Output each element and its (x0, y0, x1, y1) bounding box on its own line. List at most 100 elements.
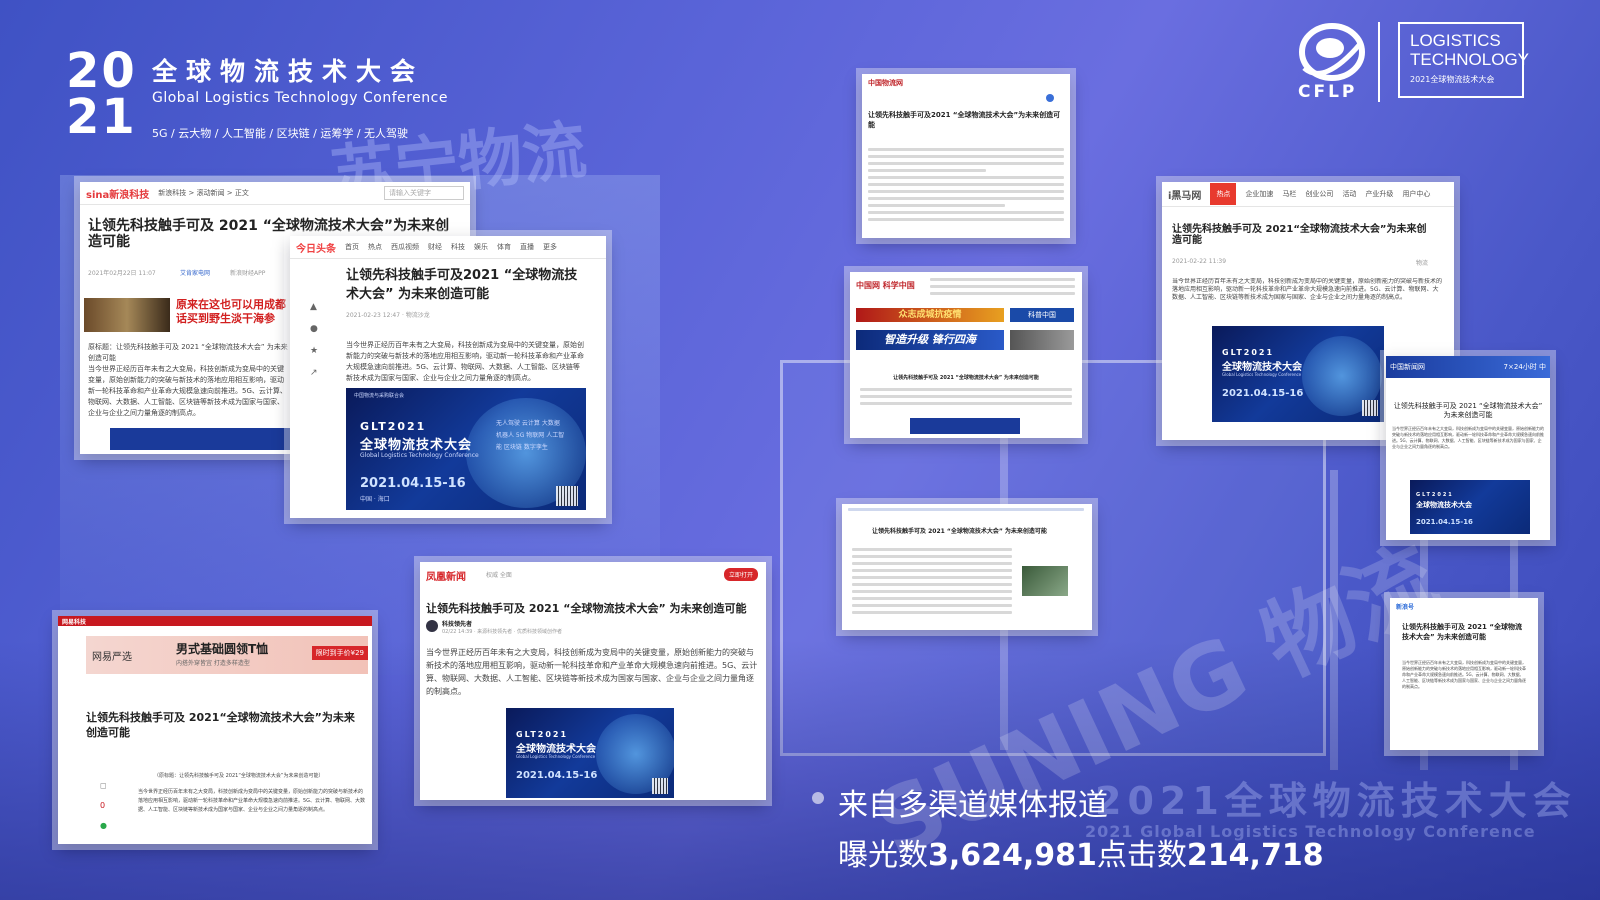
bg-wall-text: 2021全球物流技术大会 (1095, 779, 1577, 823)
card-toutiao[interactable]: 今日头条 首页 热点 西瓜视频 财经 科技 娱乐 体育 直播 更多 ▲ ● ★ … (290, 236, 606, 518)
author-avatar[interactable] (426, 620, 438, 632)
banner-title: 全球物流技术大会 (1416, 501, 1472, 509)
heima-banner: GLT2021 全球物流技术大会 Global Logistics Techno… (1212, 326, 1384, 422)
kepu-banner-1[interactable]: 众志成城抗疫情 (856, 308, 1004, 322)
card-kepu[interactable]: 中国网 科学中国 众志成城抗疫情 科普中国 智造升级 锋行四海 让领先科技触手可… (850, 272, 1082, 438)
toutiao-nav-sports[interactable]: 体育 (497, 242, 511, 252)
sina-breadcrumb: 新浪科技 > 滚动新闻 > 正文 (158, 189, 249, 197)
toutiao-nav-ent[interactable]: 娱乐 (474, 242, 488, 252)
logo-line-1: LOGISTICS (1410, 31, 1501, 50)
heima-nav-events[interactable]: 活动 (1342, 189, 1356, 199)
sina-paragraph: 当今世界正经历百年未有之大变局，科技创新成为变局中的关键变量，原始创新能力的突破… (88, 365, 287, 417)
card-sohu[interactable]: 让领先科技触手可及 2021 “全球物流技术大会” 为未来创造可能 (842, 504, 1092, 630)
toutiao-nav-video[interactable]: 西瓜视频 (391, 242, 419, 252)
banner-glt: GLT2021 (1222, 348, 1275, 357)
toutiao-paragraph: 当今世界正经历百年未有之大变局，科技创新成为变局中的关键变量，原始创新能力的突破… (346, 341, 584, 382)
sohu-photo[interactable] (1022, 566, 1068, 596)
card-netease[interactable]: 网易科技 网易严选 男式基础圆领T恤 内搭外穿皆宜 打造多样造型 限时到手价¥2… (58, 616, 372, 844)
toutiao-nav-tech[interactable]: 科技 (451, 242, 465, 252)
card-chinanews[interactable]: 中国新闻网 7×24小时 中 让领先科技触手可及 2021 “全球物流技术大会”… (1386, 356, 1550, 540)
logo-line-3: 2021全球物流技术大会 (1410, 75, 1495, 84)
banner-title: 全球物流技术大会 (1222, 362, 1302, 373)
header-year: 20 21 (66, 47, 137, 141)
qr-code-icon (1362, 400, 1378, 416)
heima-nav: i黑马网 热点 企业加速 马栏 创业公司 活动 产业升级 用户中心 (1162, 182, 1454, 207)
share-icon[interactable]: ↗ (310, 362, 320, 384)
sina-app-link[interactable]: 新浪财经APP (230, 268, 265, 277)
sina-source[interactable]: 艾肯家电网 (180, 268, 210, 277)
caption-line-1: 来自多渠道媒体报道 (838, 788, 1108, 823)
netease-ad-sub: 内搭外穿皆宜 打造多样造型 (176, 660, 250, 667)
heima-nav-hot[interactable]: 热点 (1210, 183, 1237, 205)
cflp-text: CFLP (1298, 82, 1358, 102)
cflp-logo: CFLP (1294, 22, 1366, 102)
banner-title: 全球物流技术大会 (360, 438, 473, 453)
toutiao-side-actions: ▲ ● ★ ↗ (310, 296, 320, 384)
heima-nav-upgrade[interactable]: 产业升级 (1365, 189, 1393, 199)
ifeng-author[interactable]: 科技领先者 (442, 619, 472, 628)
toutiao-nav-live[interactable]: 直播 (520, 242, 534, 252)
netease-article-title: 让领先科技触手可及 2021“全球物流技术大会”为未来创造可能 (86, 711, 355, 739)
conference-subtitle: Global Logistics Technology Conference (152, 90, 448, 106)
wechat-icon[interactable]: ● (100, 816, 107, 836)
toutiao-nav-hot[interactable]: 热点 (368, 242, 382, 252)
ifeng-open-button[interactable]: 立即打开 (723, 568, 758, 581)
card-ifeng[interactable]: 凤凰新闻 权威 全面 立即打开 让领先科技触手可及 2021 “全球物流技术大会… (420, 562, 766, 800)
ifeng-meta: 02/22 14:39 · 来源科技领先者 · 优质科技领域创作者 (442, 629, 562, 635)
banner-title: 全球物流技术大会 (516, 744, 596, 755)
toutiao-nav-home[interactable]: 首页 (345, 242, 359, 252)
caption-stats: 曝光数3,624,981点击数214,718 (838, 830, 1324, 874)
qr-code-icon (652, 778, 668, 794)
conference-tags: 5G / 云大物 / 人工智能 / 区块链 / 运筹学 / 无人驾驶 (152, 127, 409, 140)
kepu-photo[interactable] (1010, 330, 1074, 350)
heima-nav-accel[interactable]: 企业加速 (1245, 189, 1273, 199)
kepu-banner-2[interactable]: 科普中国 (1010, 308, 1074, 322)
sina-nav: sina新浪科技 新浪科技 > 滚动新闻 > 正文 请输入关键字 (80, 182, 470, 205)
like-icon[interactable]: ▲ (310, 296, 320, 318)
comment-icon[interactable]: ◻ (100, 776, 107, 796)
toutiao-meta: 2021-02-23 12:47 · 物流沙龙 (346, 312, 430, 319)
star-icon[interactable]: ★ (310, 340, 320, 362)
heima-nav-user[interactable]: 用户中心 (1402, 189, 1430, 199)
click-value: 214,718 (1186, 838, 1324, 873)
sina-date: 2021年02月22日 11:07 (88, 270, 156, 277)
click-label: 点击数 (1096, 838, 1187, 873)
ifeng-logo: 凤凰新闻 (426, 572, 466, 583)
xinlanghao-article-title: 让领先科技触手可及 2021 “全球物流技术大会” 为未来创造可能 (1402, 623, 1522, 641)
logistics-technology-logo: LOGISTICS TECHNOLOGY 2021全球物流技术大会 (1398, 22, 1529, 98)
heima-tag: 物流 (1416, 260, 1429, 267)
toutiao-nav-more[interactable]: 更多 (543, 242, 557, 252)
kepu-banner-strip (910, 418, 1020, 434)
netease-paragraph: 当今世界正经历百年未有之大变局，科技创新成为变局中的关键变量，原始创新能力的突破… (138, 789, 366, 813)
banner-en: Global Logistics Technology Conference (516, 754, 596, 759)
caption-bullet (812, 792, 824, 804)
heima-nav-column[interactable]: 马栏 (1282, 189, 1296, 199)
netease-ad[interactable]: 网易严选 男式基础圆领T恤 内搭外穿皆宜 打造多样造型 限时到手价¥29 (86, 636, 368, 674)
netease-header: 网易科技 (58, 616, 372, 626)
card-china-logistics[interactable]: 中国物流网 让领先科技触手可及2021 “全球物流技术大会”为未来创造可能 (862, 74, 1070, 238)
sina-ad-image[interactable] (84, 298, 170, 332)
xinlanghao-paragraph: 当今世界正经历百年未有之大变局，科技创新成为变局中的关键变量，原始创新能力的突破… (1402, 660, 1526, 689)
sina-ad-text[interactable]: 原来在这也可以用成都话买到野生淡干海参 (176, 298, 286, 326)
chinanews-header: 中国新闻网 7×24小时 中 (1386, 356, 1550, 378)
ifeng-paragraph: 当今世界正经历百年未有之大变局，科技创新成为变局中的关键变量，原始创新能力的突破… (426, 648, 758, 696)
card-xinlanghao[interactable]: 新浪号 让领先科技触手可及 2021 “全球物流技术大会” 为未来创造可能 当今… (1390, 598, 1538, 750)
sina-search-input[interactable]: 请输入关键字 (384, 186, 464, 200)
kepu-logo: 中国网 科学中国 (856, 281, 915, 290)
banner-en: Global Logistics Technology Conference (360, 452, 479, 459)
toutiao-nav-finance[interactable]: 财经 (428, 242, 442, 252)
kepu-nav-lines (930, 278, 1075, 299)
exposure-label: 曝光数 (838, 838, 928, 873)
banner-glt: GLT2021 (360, 420, 427, 433)
chinanews-article-title: 让领先科技触手可及 2021 “全球物流技术大会” 为未来创造可能 (1393, 402, 1543, 419)
netease-ad-price[interactable]: 限时到手价¥29 (311, 646, 368, 660)
qr-code-icon (556, 486, 578, 506)
comment-icon[interactable]: ● (310, 318, 320, 340)
netease-side-actions: ◻ 0 ● (100, 776, 107, 836)
netease-logo: 网易科技 (62, 618, 87, 626)
kepu-banner-3[interactable]: 智造升级 锋行四海 (856, 330, 1004, 350)
chinanews-banner: GLT2021 全球物流技术大会 2021.04.15-16 (1410, 480, 1530, 534)
heima-nav-startups[interactable]: 创业公司 (1305, 189, 1333, 199)
kepu-article-title: 让领先科技触手可及 2021 “全球物流技术大会” 为未来创造可能 (893, 375, 1039, 381)
search-icon[interactable] (1046, 94, 1054, 102)
